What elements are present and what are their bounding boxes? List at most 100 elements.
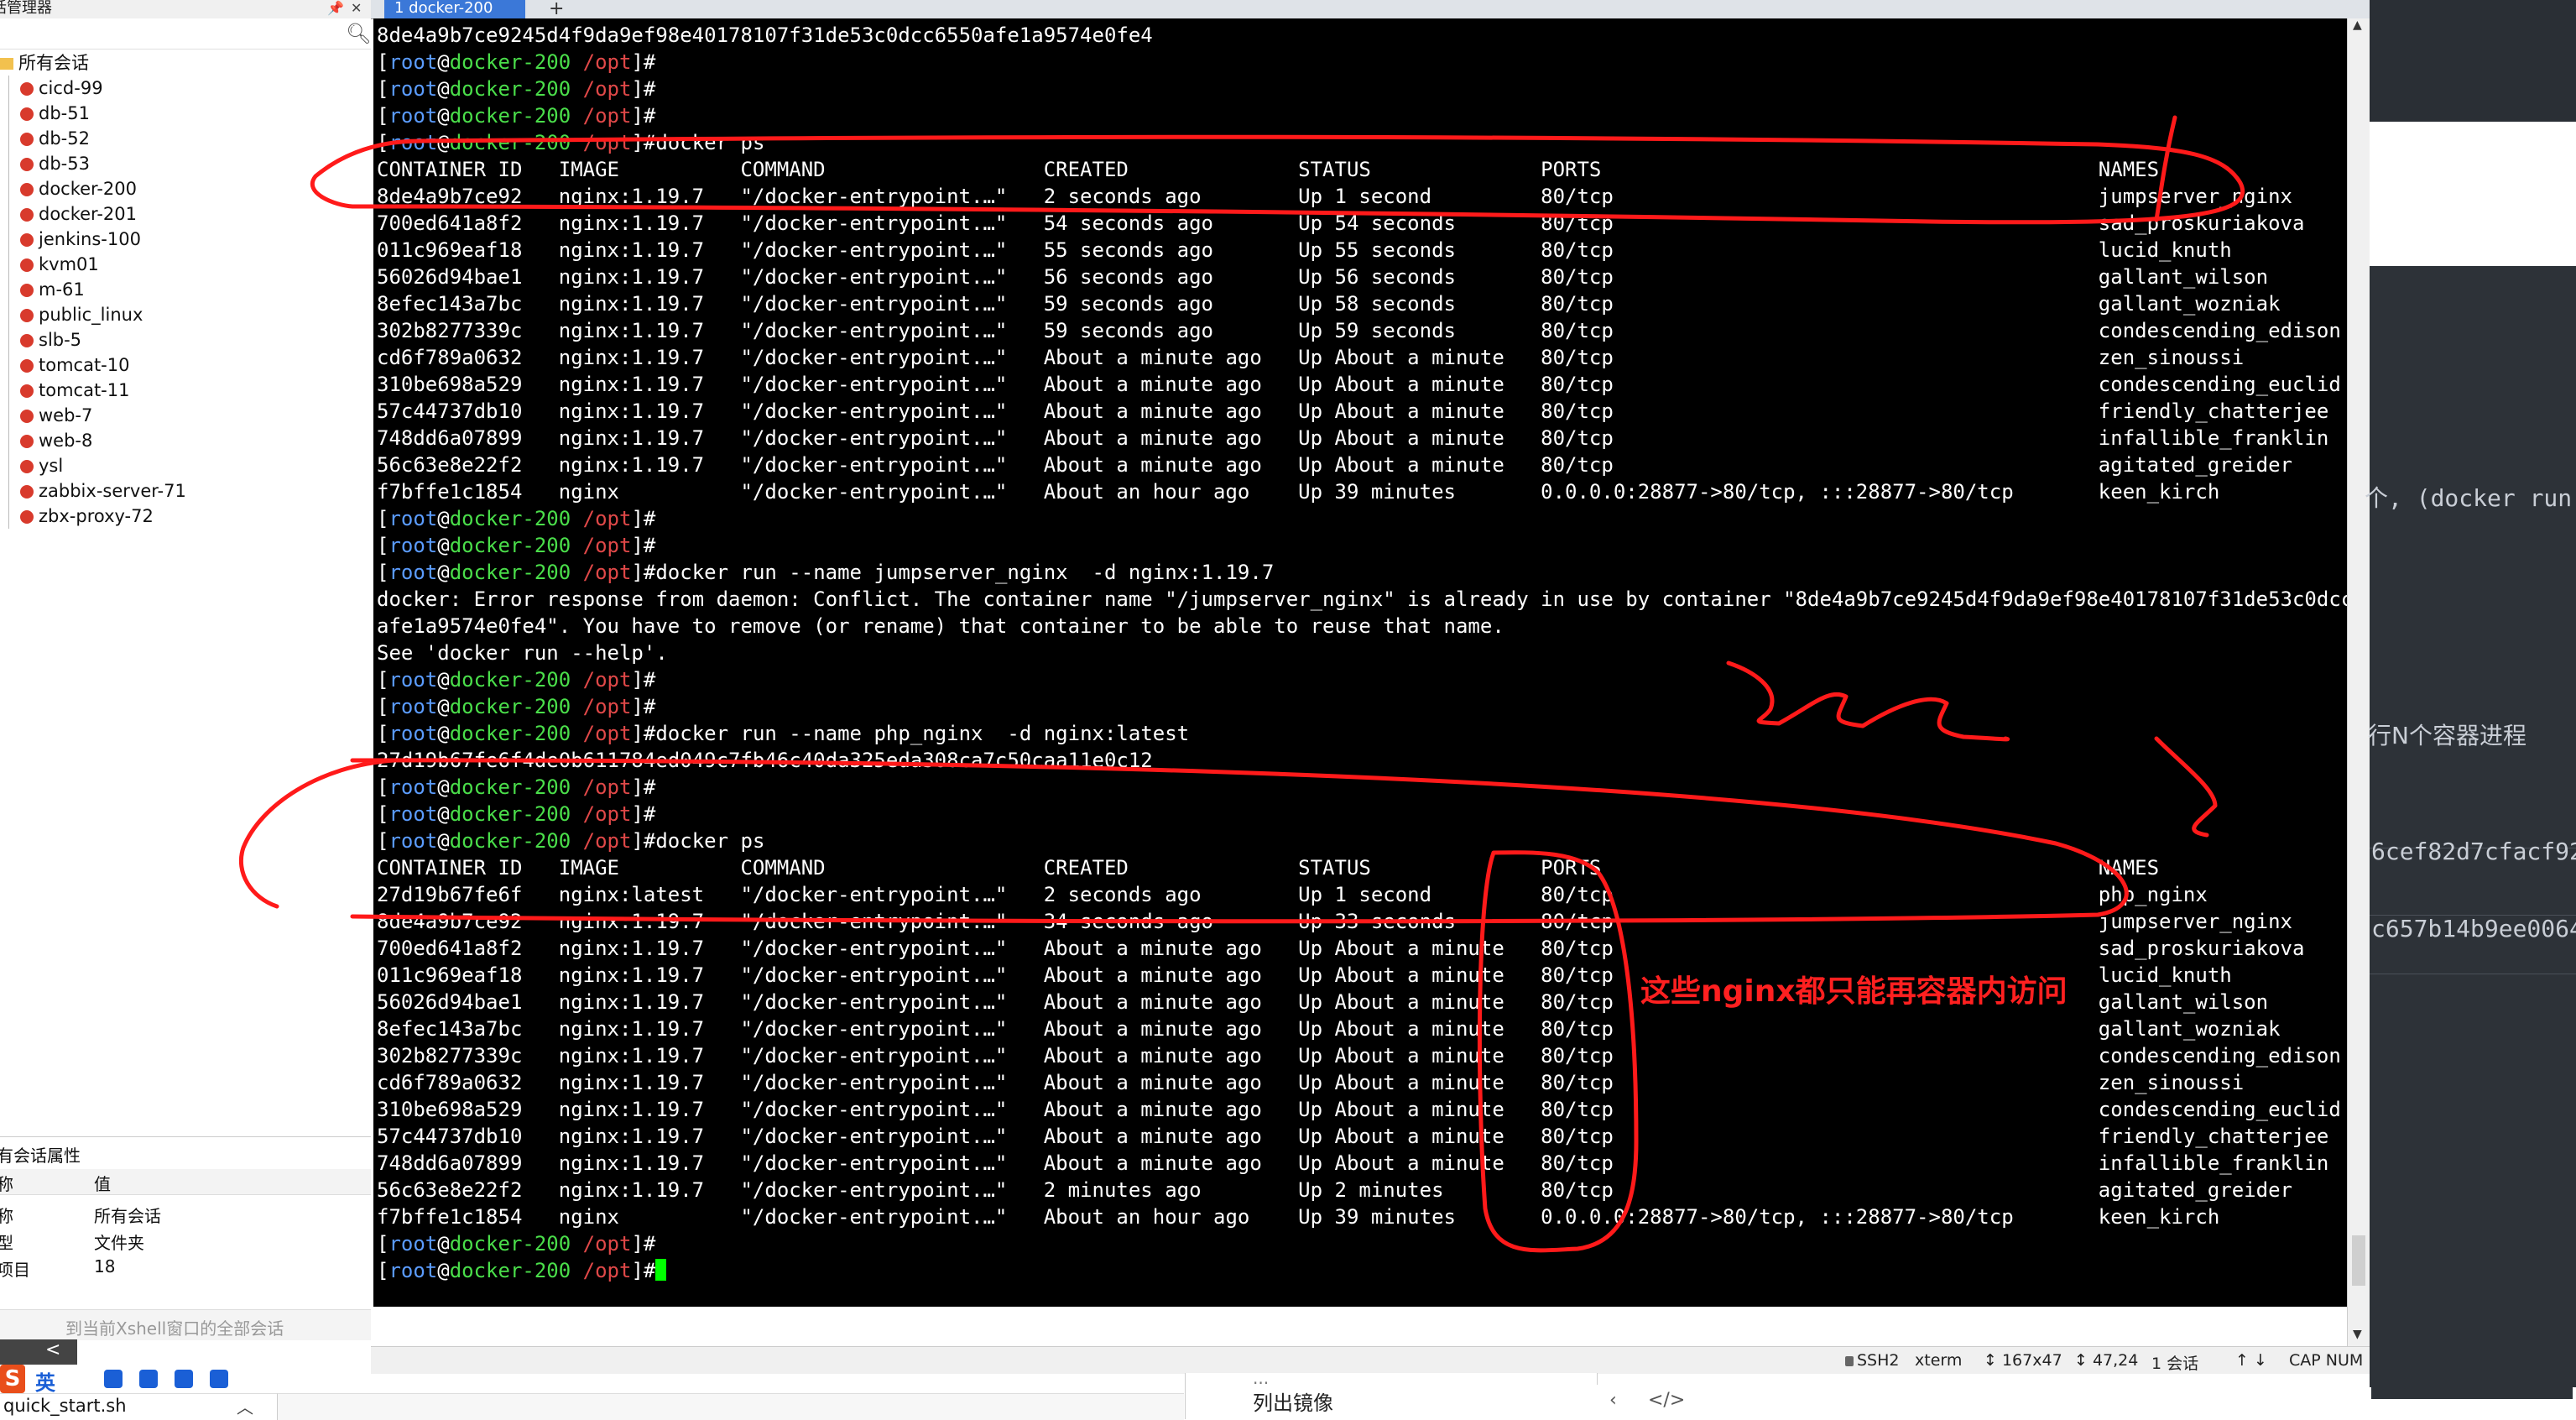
terminal-output-line: 57c44737db10 nginx:1.19.7 "/docker-entry…: [377, 1125, 2329, 1148]
terminal-prompt-line: [root@docker-200 /opt]#: [377, 775, 656, 799]
doc-item-prev: ...: [1253, 1368, 1270, 1388]
terminal-prompt-line: [root@docker-200 /opt]#: [377, 77, 656, 101]
pin-icon[interactable]: 📌: [327, 0, 344, 17]
session-item[interactable]: public_linux: [20, 302, 143, 327]
ime-language[interactable]: 英: [35, 1366, 55, 1396]
file-label[interactable]: quick_start.sh: [3, 1396, 127, 1416]
chevron-left-icon[interactable]: ‹: [1609, 1390, 1617, 1411]
session-icon: [20, 309, 34, 322]
session-icon: [20, 233, 34, 247]
terminal-output-line: 748dd6a07899 nginx:1.19.7 "/docker-entry…: [377, 1151, 2329, 1175]
scroll-up-icon[interactable]: ▲: [2353, 18, 2362, 32]
tree-root-all-sessions[interactable]: 所有会话: [0, 50, 89, 76]
session-item[interactable]: ysl: [20, 453, 63, 478]
session-icon: [20, 410, 34, 423]
properties-title: 有会话属性: [0, 1146, 81, 1166]
background-text-1: 个, (docker run: [2365, 484, 2573, 512]
session-item[interactable]: tomcat-11: [20, 378, 130, 403]
terminal-output-line: CONTAINER ID IMAGE COMMAND CREATED STATU…: [377, 158, 2160, 181]
microphone-icon[interactable]: [104, 1370, 123, 1388]
session-item[interactable]: web-7: [20, 403, 92, 428]
session-manager-title: 话管理器: [0, 0, 52, 17]
properties-header-name: 称: [0, 1174, 13, 1194]
session-item[interactable]: cicd-99: [20, 76, 103, 101]
session-manager-footer: 到当前Xshell窗口的全部会话: [0, 1309, 371, 1340]
session-item[interactable]: web-8: [20, 428, 92, 453]
session-item[interactable]: db-51: [20, 101, 90, 126]
session-icon: [20, 107, 34, 121]
ime-toolbar[interactable]: S 英: [0, 1365, 243, 1396]
close-icon[interactable]: ✕: [351, 0, 362, 17]
session-item[interactable]: db-53: [20, 151, 90, 176]
tree-guide-line: [8, 76, 9, 529]
session-icon: [20, 435, 34, 448]
session-icon: [20, 359, 34, 373]
scrollbar-thumb[interactable]: [2352, 1235, 2365, 1286]
scroll-down-icon[interactable]: ▼: [2353, 1328, 2362, 1341]
terminal-prompt-line: [root@docker-200 /opt]#: [377, 695, 656, 718]
grid-icon[interactable]: [210, 1370, 228, 1388]
terminal-output-line: f7bffe1c1854 nginx "/docker-entrypoint.……: [377, 480, 2220, 504]
terminal-output-line: 56026d94bae1 nginx:1.19.7 "/docker-entry…: [377, 265, 2269, 289]
status-session-count: 1 会话: [2151, 1355, 2199, 1373]
xshell-statusbar: SSH2 xterm ↕ 167x47 ↕ 47,24 1 会话 ↑ ↓ CAP…: [371, 1346, 2370, 1374]
session-item[interactable]: tomcat-10: [20, 352, 130, 378]
sidebar-nav[interactable]: <: [0, 1339, 77, 1365]
keyboard-icon[interactable]: [139, 1370, 158, 1388]
session-icon: [20, 334, 34, 347]
session-item[interactable]: slb-5: [20, 327, 81, 352]
terminal-output-line: afe1a9574e0fe4". You have to remove (or …: [377, 614, 1504, 638]
file-bar-empty: [277, 1393, 1184, 1420]
property-name: 项目: [0, 1260, 30, 1280]
status-arrows: ↑ ↓: [2235, 1351, 2267, 1370]
property-value: 文件夹: [94, 1233, 144, 1253]
terminal-prompt-line: [root@docker-200 /opt]#: [377, 668, 656, 692]
background-webpage: 个, (docker run 行N个容器进程 6cef82d7cfacf92 c…: [2365, 0, 2576, 1419]
session-item[interactable]: db-52: [20, 126, 90, 151]
terminal-output-line: 8de4a9b7ce92 nginx:1.19.7 "/docker-entry…: [377, 910, 2292, 933]
terminal-output-line: 302b8277339c nginx:1.19.7 "/docker-entry…: [377, 1044, 2341, 1068]
background-code-area: [2370, 266, 2576, 1387]
code-icon[interactable]: </>: [1648, 1390, 1685, 1411]
terminal-output-line: 27d19b67fe6f4de0b611784ed049c7fb46c40da3…: [377, 749, 1153, 772]
terminal-output-line: CONTAINER ID IMAGE COMMAND CREATED STATU…: [377, 856, 2160, 880]
chevron-left-icon[interactable]: <: [45, 1339, 60, 1360]
terminal-output-line: 700ed641a8f2 nginx:1.19.7 "/docker-entry…: [377, 937, 2305, 960]
session-icon: [20, 258, 34, 272]
command-text: docker ps: [655, 829, 765, 853]
session-icon: [20, 82, 34, 96]
session-item[interactable]: m-61: [20, 277, 85, 302]
add-tab-button[interactable]: +: [549, 0, 564, 19]
doc-item-list-images[interactable]: 列出镜像: [1253, 1386, 1333, 1416]
terminal-output-line: 700ed641a8f2 nginx:1.19.7 "/docker-entry…: [377, 211, 2305, 235]
session-item[interactable]: zabbix-server-71: [20, 478, 186, 504]
property-name: 称: [0, 1206, 13, 1226]
chevron-up-icon[interactable]: ︿: [237, 1394, 253, 1418]
terminal-prompt-line: [root@docker-200 /opt]#: [377, 802, 656, 826]
file-bar[interactable]: quick_start.sh ︿: [0, 1393, 277, 1420]
terminal-output[interactable]: 8de4a9b7ce9245d4f9da9ef98e40178107f31de5…: [373, 18, 2347, 1307]
session-item[interactable]: kvm01: [20, 252, 99, 277]
skin-icon[interactable]: [175, 1370, 193, 1388]
terminal-prompt-line: [root@docker-200 /opt]#docker run --name…: [377, 722, 1190, 745]
session-icon: [20, 384, 34, 398]
session-search-input[interactable]: 🔍︎: [0, 18, 371, 50]
session-item[interactable]: zbx-proxy-72: [20, 504, 154, 529]
terminal-scrollbar[interactable]: ▲ ▼: [2347, 18, 2370, 1346]
session-properties-panel: 有会话属性 称 值 称所有会话型文件夹 项目 18: [0, 1136, 371, 1330]
tab-docker-200[interactable]: 1 docker-200: [384, 0, 525, 18]
session-item[interactable]: docker-200: [20, 176, 137, 201]
ime-logo-icon[interactable]: S: [0, 1365, 25, 1393]
status-terminal-size: ↕ 167x47: [1984, 1351, 2062, 1370]
terminal-output-line: 310be698a529 nginx:1.19.7 "/docker-entry…: [377, 1098, 2341, 1121]
properties-header-value: 值: [94, 1174, 111, 1194]
background-text-3: 6cef82d7cfacf92: [2371, 838, 2576, 865]
command-text: docker ps: [655, 131, 765, 154]
session-item[interactable]: jenkins-100: [20, 227, 141, 252]
session-item[interactable]: docker-201: [20, 201, 137, 227]
session-icon: [20, 158, 34, 171]
background-header: [2370, 0, 2576, 122]
search-icon[interactable]: 🔍︎: [346, 22, 371, 45]
session-icon: [20, 208, 34, 222]
terminal-prompt-line: [root@docker-200 /opt]#: [377, 1257, 667, 1284]
